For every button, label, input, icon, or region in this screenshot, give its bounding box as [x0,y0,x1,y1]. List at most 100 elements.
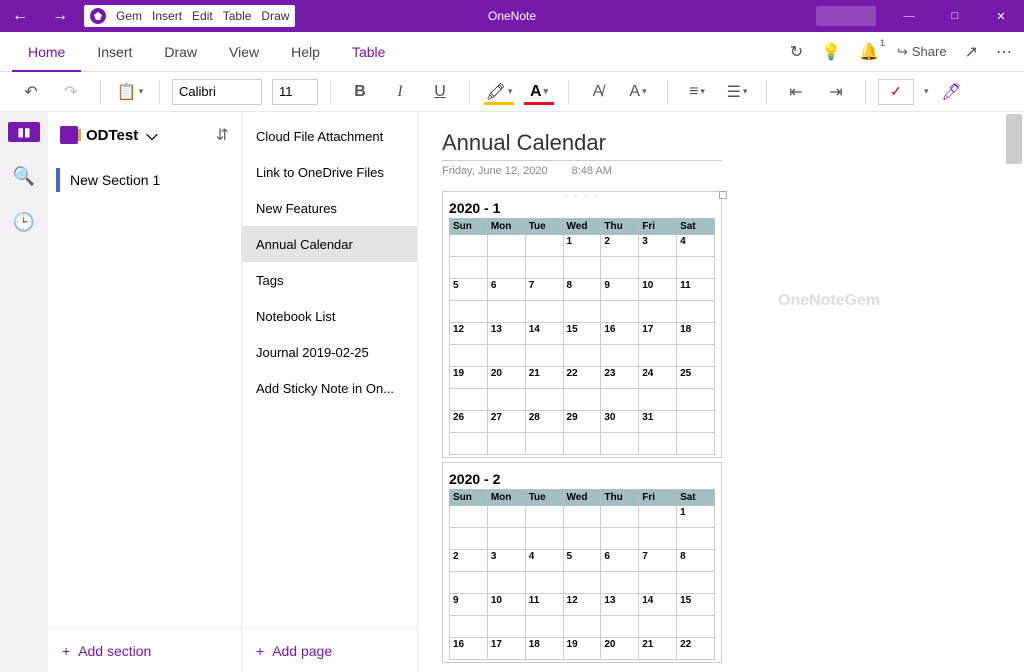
minimize-button[interactable]: — [886,0,932,32]
tab-view[interactable]: View [213,32,275,72]
add-page-button[interactable]: + Add page [242,628,417,672]
calendar-cell[interactable]: 23 [601,367,639,389]
calendar-cell[interactable] [563,572,601,594]
search-icon[interactable]: 🔍 [12,164,36,188]
lightbulb-icon[interactable]: 💡 [821,42,841,62]
calendar-cell[interactable] [487,301,525,323]
calendar-cell[interactable] [563,506,601,528]
tag-pen-button[interactable]: 🖊 [935,77,969,107]
calendar-cell[interactable]: 20 [487,367,525,389]
calendar-cell[interactable]: 5 [450,279,488,301]
calendar-cell[interactable] [677,345,715,367]
calendar-cell[interactable]: 7 [525,279,563,301]
calendar-cell[interactable]: 14 [639,594,677,616]
calendar-cell[interactable] [525,345,563,367]
fullscreen-icon[interactable]: ↗ [965,42,978,62]
page-item[interactable]: Link to OneDrive Files [242,154,417,190]
calendar-cell[interactable] [601,506,639,528]
page-item[interactable]: Notebook List [242,298,417,334]
more-icon[interactable]: ⋯ [996,42,1012,62]
calendar-cell[interactable] [450,528,488,550]
calendar-table[interactable]: SunMonTueWedThuFriSat1234567891011121314… [449,489,715,660]
page-item[interactable]: Cloud File Attachment [242,118,417,154]
calendar-cell[interactable] [487,528,525,550]
container-grip[interactable]: · · · · [564,191,600,202]
calendar-cell[interactable] [563,433,601,455]
calendar-cell[interactable]: 12 [563,594,601,616]
calendar-cell[interactable]: 4 [525,550,563,572]
calendar-cell[interactable]: 8 [677,550,715,572]
calendar-cell[interactable]: 3 [639,235,677,257]
font-color-button[interactable]: A▾ [522,77,556,107]
calendar-table[interactable]: SunMonTueWedThuFriSat1234567891011121314… [449,218,715,455]
calendar-cell[interactable] [525,235,563,257]
user-account[interactable] [816,6,876,26]
maximize-button[interactable]: □ [932,0,978,32]
calendar-cell[interactable] [601,572,639,594]
calendar-cell[interactable]: 24 [639,367,677,389]
bullets-button[interactable]: ≡▾ [680,77,714,107]
calendar-cell[interactable]: 22 [563,367,601,389]
redo-button[interactable]: ↷ [54,77,88,107]
calendar-cell[interactable] [450,301,488,323]
tab-table[interactable]: Table [336,32,401,72]
calendar-cell[interactable] [601,528,639,550]
calendar-cell[interactable] [563,257,601,279]
forward-button[interactable]: → [40,0,80,32]
notebook-picker[interactable]: ODTest ⌵ [60,126,158,144]
calendar-cell[interactable] [601,345,639,367]
close-button[interactable]: ✕ [978,0,1024,32]
calendar-cell[interactable]: 19 [450,367,488,389]
calendar-cell[interactable] [639,345,677,367]
calendar-container[interactable]: 2020 - 2SunMonTueWedThuFriSat12345678910… [442,462,722,663]
page-title[interactable]: Annual Calendar [442,130,1000,160]
calendar-cell[interactable] [639,389,677,411]
calendar-cell[interactable] [487,345,525,367]
clipboard-button[interactable]: 📋▾ [113,77,147,107]
calendar-cell[interactable] [450,389,488,411]
calendar-cell[interactable]: 5 [563,550,601,572]
calendar-cell[interactable] [450,345,488,367]
bold-button[interactable]: B [343,77,377,107]
calendar-cell[interactable]: 25 [677,367,715,389]
calendar-cell[interactable] [639,616,677,638]
page-canvas[interactable]: OneNoteGem Annual Calendar Friday, June … [418,112,1024,672]
calendar-cell[interactable]: 29 [563,411,601,433]
calendar-cell[interactable] [639,257,677,279]
calendar-cell[interactable] [487,616,525,638]
calendar-cell[interactable] [563,389,601,411]
calendar-cell[interactable] [677,301,715,323]
gem-menu-edit[interactable]: Edit [192,9,213,23]
calendar-cell[interactable]: 9 [450,594,488,616]
calendar-cell[interactable] [639,433,677,455]
sort-icon[interactable]: ⇵ [216,125,229,145]
calendar-cell[interactable]: 15 [563,323,601,345]
calendar-cell[interactable]: 21 [639,638,677,660]
calendar-cell[interactable]: 21 [525,367,563,389]
calendar-cell[interactable] [639,506,677,528]
calendar-cell[interactable] [677,257,715,279]
tab-help[interactable]: Help [275,32,336,72]
calendar-cell[interactable] [601,616,639,638]
calendar-cell[interactable]: 18 [525,638,563,660]
calendar-cell[interactable]: 31 [639,411,677,433]
numbering-button[interactable]: ☰▾ [720,77,754,107]
calendar-cell[interactable] [677,616,715,638]
calendar-cell[interactable]: 15 [677,594,715,616]
calendar-cell[interactable] [677,389,715,411]
calendar-cell[interactable]: 10 [639,279,677,301]
notebooks-icon[interactable]: ▮▮ [8,122,40,142]
calendar-cell[interactable] [525,528,563,550]
calendar-cell[interactable]: 17 [639,323,677,345]
underline-button[interactable]: U [423,77,457,107]
clear-format-button[interactable]: A̸ [581,77,615,107]
font-name-input[interactable] [172,79,262,105]
tab-home[interactable]: Home [12,32,81,72]
calendar-cell[interactable]: 17 [487,638,525,660]
add-section-button[interactable]: + Add section [48,628,241,672]
font-size-input[interactable] [272,79,318,105]
todo-dropdown[interactable]: ▾ [924,86,929,97]
calendar-cell[interactable]: 22 [677,638,715,660]
calendar-cell[interactable] [450,572,488,594]
calendar-cell[interactable]: 1 [563,235,601,257]
